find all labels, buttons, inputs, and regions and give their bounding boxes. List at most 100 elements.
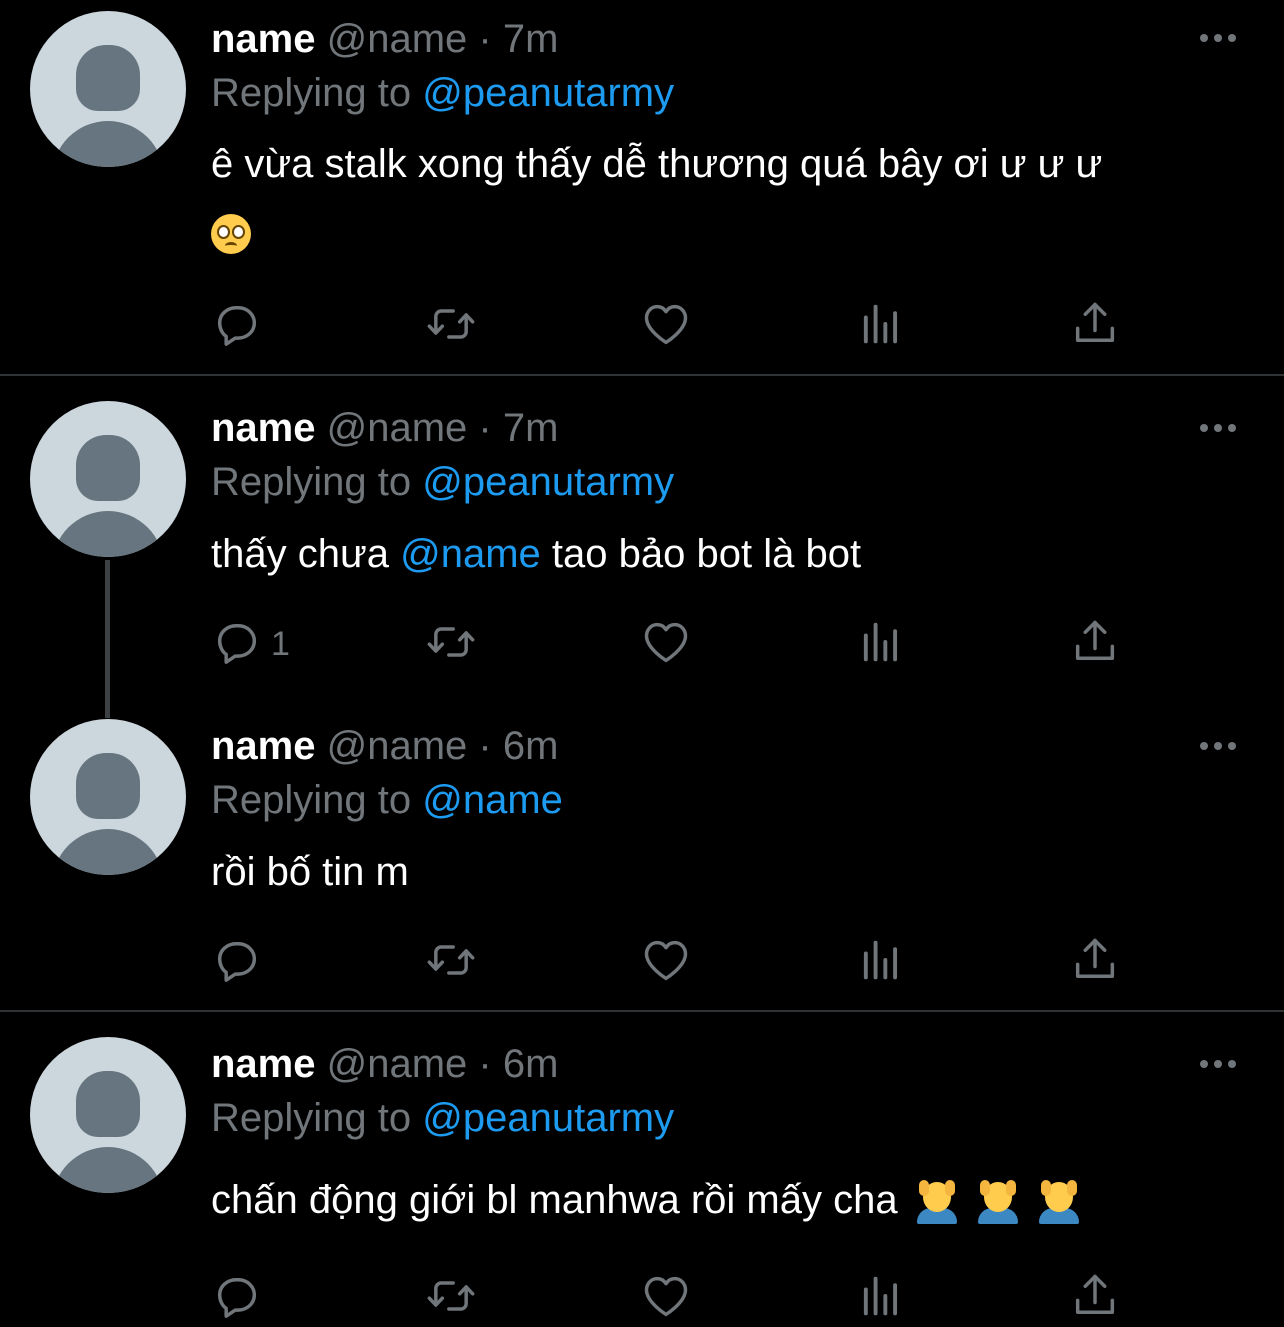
- separator-dot: ·: [478, 1042, 492, 1086]
- analytics-button[interactable]: [855, 1270, 907, 1326]
- separator-dot: ·: [478, 17, 492, 61]
- tweet-text-mention[interactable]: @name: [400, 532, 541, 576]
- retweet-button[interactable]: [425, 298, 477, 354]
- retweet-button[interactable]: [425, 616, 477, 672]
- user-handle[interactable]: @name: [327, 406, 468, 450]
- like-icon: [640, 1270, 692, 1327]
- analytics-icon: [855, 616, 907, 673]
- user-handle[interactable]: @name: [327, 724, 468, 768]
- replying-to-label: Replying to: [211, 778, 412, 822]
- display-name[interactable]: name: [211, 17, 316, 61]
- reply-button[interactable]: 1: [211, 616, 290, 672]
- more-icon[interactable]: [1200, 740, 1240, 752]
- thread-connector-line: [105, 560, 110, 718]
- timestamp[interactable]: 6m: [503, 1042, 559, 1086]
- more-icon[interactable]: [1200, 32, 1240, 44]
- tweet-header: name @name · 7m: [211, 15, 558, 63]
- user-handle[interactable]: @name: [327, 1042, 468, 1086]
- tweet-text-content: chấn động giới bl manhwa rồi mấy cha: [211, 1178, 898, 1222]
- replying-to: Replying to @peanutarmy: [211, 1094, 674, 1142]
- timestamp[interactable]: 6m: [503, 724, 559, 768]
- avatar[interactable]: [30, 11, 186, 167]
- retweet-icon: [425, 616, 477, 673]
- tweet-text-content: rồi bố tin m: [211, 850, 409, 894]
- avatar[interactable]: [30, 719, 186, 875]
- more-icon[interactable]: [1200, 422, 1240, 434]
- reply-icon: [211, 298, 263, 355]
- avatar[interactable]: [30, 1037, 186, 1193]
- pleading-face-emoji-icon: [211, 214, 251, 255]
- replying-to-mention[interactable]: @peanutarmy: [422, 460, 674, 504]
- replying-to-mention[interactable]: @peanutarmy: [422, 71, 674, 115]
- retweet-icon: [425, 1270, 477, 1327]
- like-icon: [640, 298, 692, 355]
- analytics-icon: [855, 934, 907, 991]
- like-button[interactable]: [640, 1270, 692, 1326]
- analytics-button[interactable]: [855, 616, 907, 672]
- divider: [0, 1010, 1284, 1012]
- person-getting-massage-emoji-icon: [976, 1180, 1020, 1225]
- separator-dot: ·: [478, 724, 492, 768]
- replying-to-mention[interactable]: @name: [422, 778, 563, 822]
- replying-to-label: Replying to: [211, 71, 412, 115]
- share-button[interactable]: [1069, 934, 1121, 990]
- user-handle[interactable]: @name: [327, 17, 468, 61]
- timestamp[interactable]: 7m: [503, 406, 559, 450]
- person-getting-massage-emoji-icon: [1037, 1180, 1081, 1225]
- analytics-icon: [855, 1270, 907, 1327]
- tweet-text-after: tao bảo bot là bot: [551, 532, 862, 576]
- retweet-icon: [425, 934, 477, 991]
- like-button[interactable]: [640, 934, 692, 990]
- replying-to: Replying to @peanutarmy: [211, 458, 674, 506]
- timestamp[interactable]: 7m: [503, 17, 559, 61]
- tweet-text: rồi bố tin m: [211, 838, 1241, 906]
- retweet-button[interactable]: [425, 1270, 477, 1326]
- share-button[interactable]: [1069, 616, 1121, 672]
- reply-button[interactable]: [211, 934, 271, 990]
- tweet-header: name @name · 6m: [211, 722, 558, 770]
- person-getting-massage-emoji-icon: [915, 1180, 959, 1225]
- share-icon: [1069, 298, 1121, 355]
- avatar[interactable]: [30, 401, 186, 557]
- replying-to: Replying to @peanutarmy: [211, 69, 674, 117]
- share-icon: [1069, 1270, 1121, 1327]
- retweet-icon: [425, 298, 477, 355]
- separator-dot: ·: [478, 406, 492, 450]
- tweet-text: ê vừa stalk xong thấy dễ thương quá bây …: [211, 130, 1241, 266]
- analytics-button[interactable]: [855, 298, 907, 354]
- tweet-text: thấy chưa @name tao bảo bot là bot: [211, 520, 1241, 588]
- tweet-text-content: ê vừa stalk xong thấy dễ thương quá bây …: [211, 142, 1103, 186]
- action-bar: [0, 934, 1284, 990]
- analytics-button[interactable]: [855, 934, 907, 990]
- reply-count: 1: [271, 624, 290, 663]
- display-name[interactable]: name: [211, 406, 316, 450]
- action-bar: [0, 1270, 1284, 1326]
- tweet-header: name @name · 6m: [211, 1040, 558, 1088]
- replying-to-label: Replying to: [211, 1096, 412, 1140]
- more-icon[interactable]: [1200, 1058, 1240, 1070]
- reply-icon: [211, 616, 263, 673]
- reply-icon: [211, 934, 263, 991]
- reply-button[interactable]: [211, 1270, 271, 1326]
- like-icon: [640, 934, 692, 991]
- reply-button[interactable]: [211, 298, 271, 354]
- analytics-icon: [855, 298, 907, 355]
- share-button[interactable]: [1069, 1270, 1121, 1326]
- replying-to-label: Replying to: [211, 460, 412, 504]
- like-icon: [640, 616, 692, 673]
- share-button[interactable]: [1069, 298, 1121, 354]
- action-bar: [0, 298, 1284, 354]
- display-name[interactable]: name: [211, 724, 316, 768]
- like-button[interactable]: [640, 298, 692, 354]
- tweet-text: chấn động giới bl manhwa rồi mấy cha: [211, 1166, 1241, 1234]
- divider: [0, 374, 1284, 376]
- replying-to-mention[interactable]: @peanutarmy: [422, 1096, 674, 1140]
- retweet-button[interactable]: [425, 934, 477, 990]
- replying-to: Replying to @name: [211, 776, 563, 824]
- action-bar: 1: [0, 616, 1284, 672]
- tweet-header: name @name · 7m: [211, 404, 558, 452]
- like-button[interactable]: [640, 616, 692, 672]
- display-name[interactable]: name: [211, 1042, 316, 1086]
- share-icon: [1069, 934, 1121, 991]
- share-icon: [1069, 616, 1121, 673]
